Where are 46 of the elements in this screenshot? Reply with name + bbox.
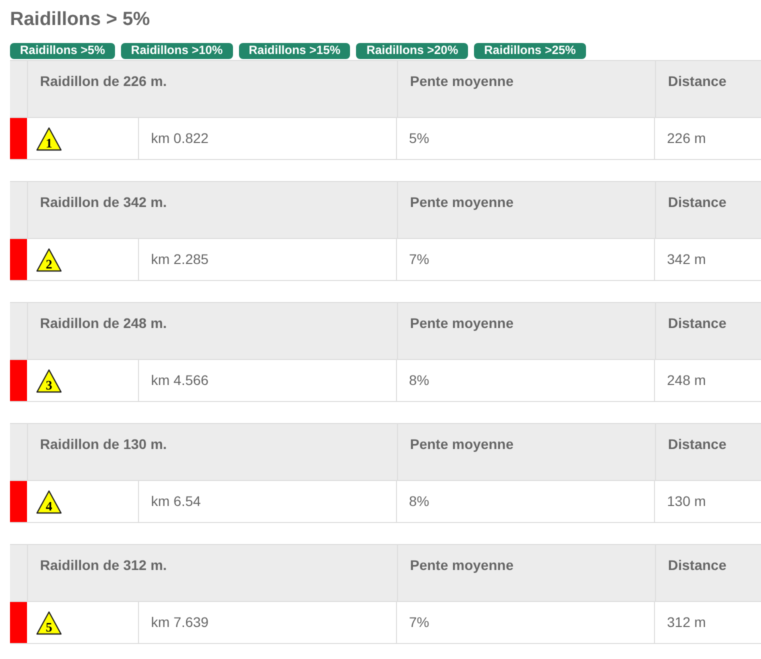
warning-icon: 1 bbox=[36, 127, 62, 151]
warning-icon: 3 bbox=[36, 369, 62, 393]
table-cell: 7% bbox=[397, 239, 655, 280]
table-cell: km 4.566 bbox=[139, 360, 397, 401]
table-cell: km 6.54 bbox=[139, 481, 397, 522]
table-header: Pente moyenne bbox=[398, 545, 656, 601]
warning-icon: 2 bbox=[36, 248, 62, 272]
status-marker bbox=[10, 360, 27, 401]
filter-button[interactable]: Raidillons >15% bbox=[238, 43, 350, 59]
table-cell: km 0.822 bbox=[139, 118, 397, 159]
status-marker bbox=[10, 481, 27, 522]
table-header: Raidillon de 226 m. bbox=[28, 61, 398, 117]
warning-icon: 4 bbox=[36, 490, 62, 514]
table-cell-text: 130 m bbox=[666, 492, 707, 511]
table-cell: km 7.639 bbox=[139, 602, 397, 643]
table-header: Distance bbox=[667, 193, 728, 212]
table-header: Distance bbox=[667, 556, 728, 575]
filter-button[interactable]: Raidillons >25% bbox=[474, 43, 586, 59]
table-cell-text: 226 m bbox=[666, 129, 707, 148]
table-header: Distance bbox=[667, 314, 728, 333]
table-header: Pente moyenne bbox=[398, 61, 656, 117]
table-header: Pente moyenne bbox=[398, 424, 656, 480]
table-header: Distance bbox=[667, 435, 728, 454]
filter-button[interactable]: Raidillons >20% bbox=[356, 43, 468, 59]
table-cell: 8% bbox=[397, 481, 655, 522]
page-title: Raidillons > 5% bbox=[10, 8, 151, 32]
table-header: Raidillon de 130 m. bbox=[28, 424, 398, 480]
table-header: Distance bbox=[667, 72, 728, 91]
table-cell: km 2.285 bbox=[139, 239, 397, 280]
table-cell: 7% bbox=[397, 602, 655, 643]
table-header: Raidillon de 342 m. bbox=[28, 182, 398, 238]
table-header: Pente moyenne bbox=[398, 182, 656, 238]
table-cell: 8% bbox=[397, 360, 655, 401]
table-header: Raidillon de 248 m. bbox=[28, 303, 398, 359]
table-cell: 5% bbox=[397, 118, 655, 159]
filter-button[interactable]: Raidillons >10% bbox=[121, 43, 233, 59]
table-header: Pente moyenne bbox=[398, 303, 656, 359]
status-marker bbox=[10, 602, 27, 643]
warning-icon: 5 bbox=[36, 611, 62, 635]
table-cell-text: 312 m bbox=[666, 613, 707, 632]
filter-button[interactable]: Raidillons >5% bbox=[10, 43, 116, 59]
status-marker bbox=[10, 239, 27, 280]
table-header: Raidillon de 312 m. bbox=[28, 545, 398, 601]
table-cell-text: 342 m bbox=[666, 250, 707, 269]
status-marker bbox=[10, 118, 27, 159]
table-cell-text: 248 m bbox=[666, 371, 707, 390]
